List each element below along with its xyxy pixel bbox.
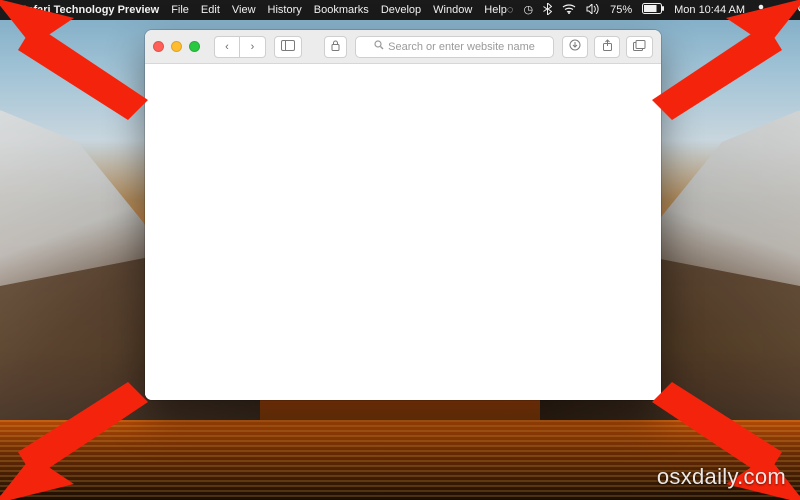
loading-status-icon[interactable]: ◌ xyxy=(507,5,514,16)
tabs-icon xyxy=(633,40,646,54)
chevron-left-icon: ‹ xyxy=(225,41,229,53)
chevron-right-icon: › xyxy=(251,41,255,53)
downloads-icon xyxy=(569,39,581,54)
back-button[interactable]: ‹ xyxy=(214,36,240,58)
clock-status-icon[interactable]: ◷ xyxy=(523,5,533,16)
share-icon xyxy=(602,39,613,54)
menu-history[interactable]: History xyxy=(268,4,302,16)
menu-bar-right: ◌ ◷ 75% Mon 10:44 AM ◉ xyxy=(507,3,800,18)
wifi-icon[interactable] xyxy=(562,4,576,17)
toolbar-right-group xyxy=(562,36,653,58)
menu-window[interactable]: Window xyxy=(433,4,472,16)
menu-bar-clock[interactable]: Mon 10:44 AM xyxy=(674,4,745,16)
menu-bar: Safari Technology Preview File Edit View… xyxy=(0,0,800,20)
user-account-icon[interactable] xyxy=(755,3,767,18)
battery-percent[interactable]: 75% xyxy=(610,4,632,16)
menu-develop[interactable]: Develop xyxy=(381,4,421,16)
menu-help[interactable]: Help xyxy=(484,4,507,16)
address-bar-placeholder: Search or enter website name xyxy=(388,41,535,53)
window-toolbar: ‹ › Search or enter website name xyxy=(145,30,661,64)
share-button[interactable] xyxy=(594,36,620,58)
window-minimize-button[interactable] xyxy=(171,41,182,52)
menu-view[interactable]: View xyxy=(232,4,256,16)
privacy-lock-button[interactable] xyxy=(324,36,347,58)
bluetooth-icon[interactable] xyxy=(543,3,552,18)
window-zoom-button[interactable] xyxy=(189,41,200,52)
watermark-text: osxdaily.com xyxy=(657,464,786,490)
spotlight-icon[interactable] xyxy=(797,3,800,18)
nav-back-forward-group: ‹ › xyxy=(214,36,266,58)
desktop: Safari Technology Preview File Edit View… xyxy=(0,0,800,500)
menu-file[interactable]: File xyxy=(171,4,189,16)
sidebar-icon xyxy=(281,40,295,54)
lock-icon xyxy=(331,40,340,54)
show-tabs-button[interactable] xyxy=(626,36,653,58)
address-bar[interactable]: Search or enter website name xyxy=(355,36,554,58)
sidebar-toggle-button[interactable] xyxy=(274,36,302,58)
siri-icon[interactable]: ◉ xyxy=(777,5,787,16)
search-icon xyxy=(374,40,384,53)
menu-bar-left: Safari Technology Preview File Edit View… xyxy=(8,4,507,16)
battery-icon[interactable] xyxy=(642,3,664,17)
web-content-area[interactable] xyxy=(145,64,661,400)
app-menu[interactable]: Safari Technology Preview xyxy=(20,4,159,16)
forward-button[interactable]: › xyxy=(240,36,266,58)
menu-bookmarks[interactable]: Bookmarks xyxy=(314,4,369,16)
safari-window[interactable]: ‹ › Search or enter website name xyxy=(145,30,661,400)
window-controls xyxy=(153,41,200,52)
menu-edit[interactable]: Edit xyxy=(201,4,220,16)
downloads-button[interactable] xyxy=(562,36,588,58)
window-close-button[interactable] xyxy=(153,41,164,52)
volume-icon[interactable] xyxy=(586,4,600,17)
